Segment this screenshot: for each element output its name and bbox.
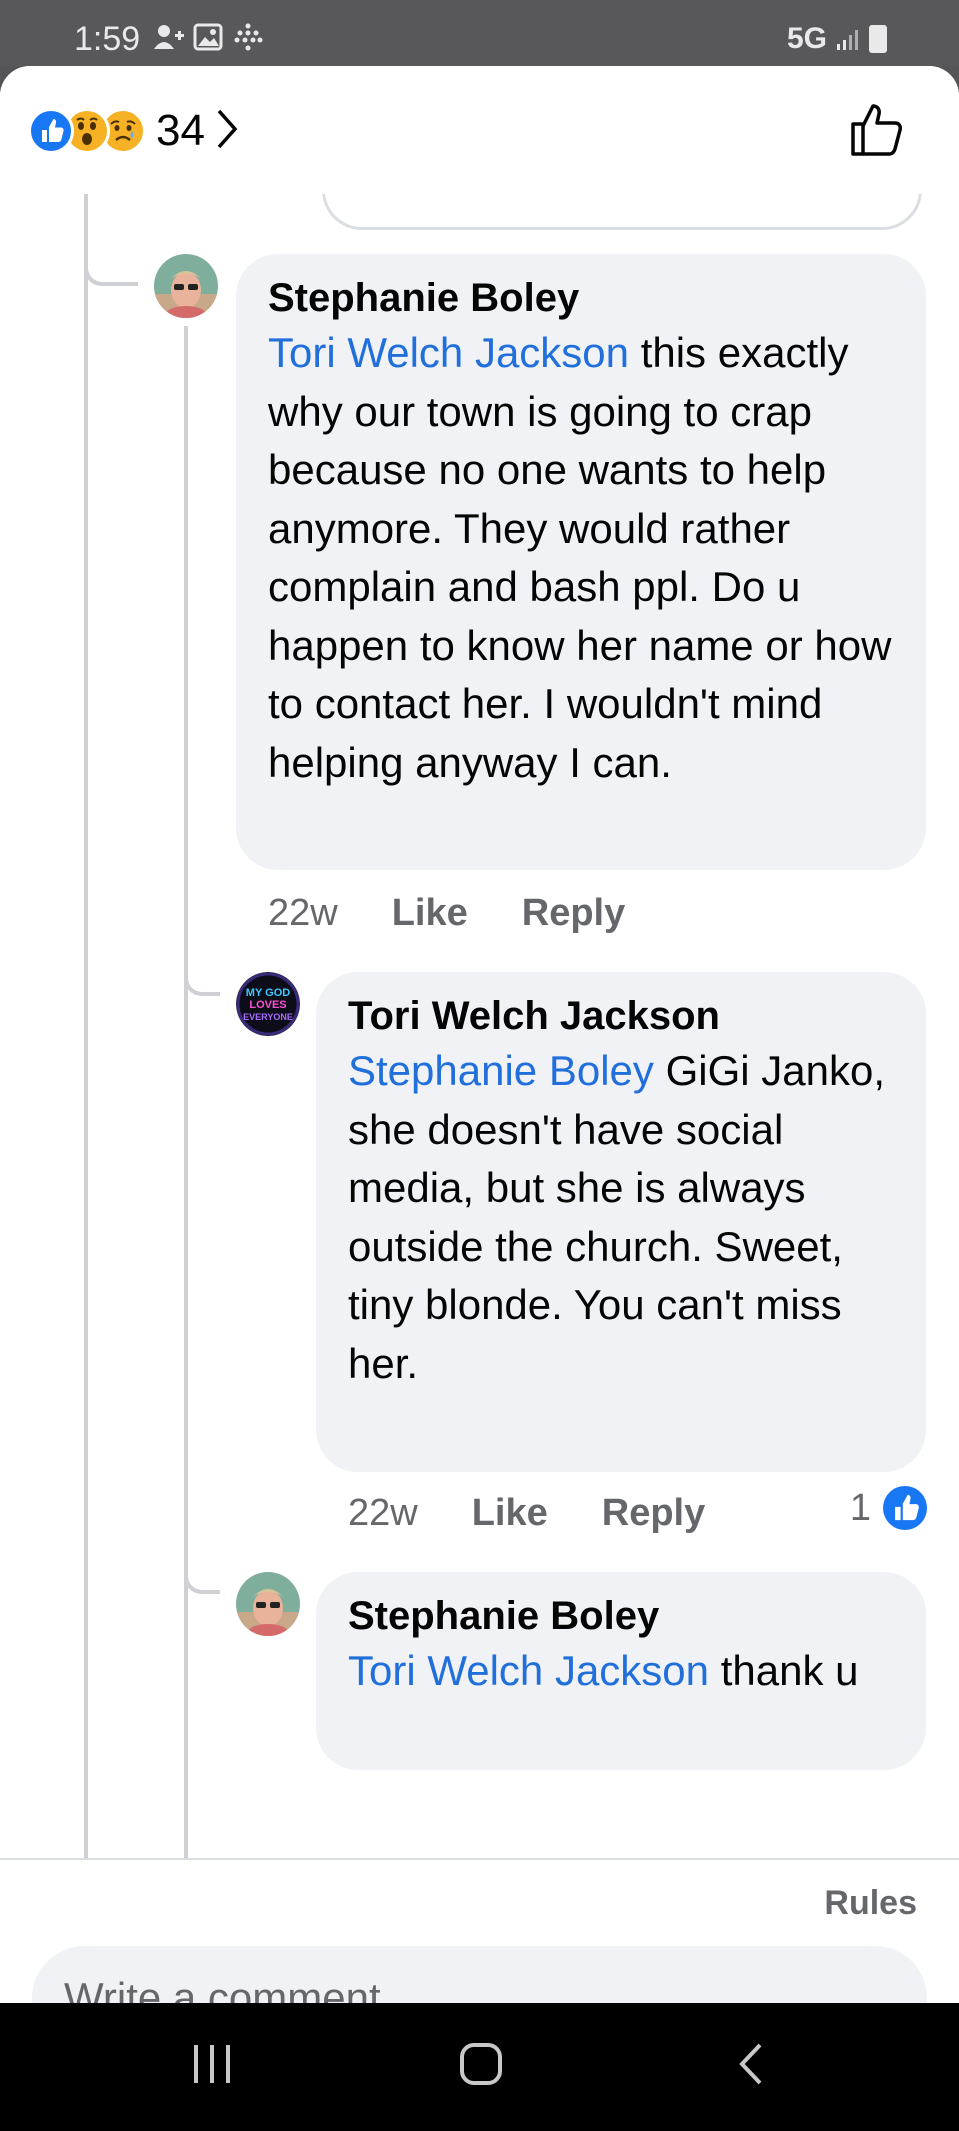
comment-text: Tori Welch Jackson this exactly why our … [268,324,894,792]
comment-body: GiGi Janko, she doesn't have social medi… [348,1047,885,1387]
avatar-text: MY GOD [246,987,290,999]
sheet-header: 34 [0,66,959,194]
like-reaction-icon [883,1486,927,1530]
comment-text: Stephanie Boley GiGi Janko, she doesn't … [348,1042,894,1393]
comment-body: this exactly why our town is going to cr… [268,329,892,786]
like-button[interactable]: Like [472,1492,548,1535]
avatar-text: EVERYONE [243,1012,293,1022]
thread-line [184,326,188,1858]
recent-apps-icon[interactable] [190,2039,234,2094]
reply-button[interactable]: Reply [522,892,625,935]
comment-actions: 22w Like Reply [348,1492,759,1535]
thumbs-up-icon [851,104,902,156]
reply-button[interactable]: Reply [602,1492,705,1535]
network-type: 5G [786,22,827,55]
thread-line [84,194,88,1858]
comment-author[interactable]: Stephanie Boley [268,272,894,324]
comment-like-count[interactable]: 1 [850,1486,927,1530]
comment-bubble[interactable]: Stephanie Boley Tori Welch Jackson this … [236,254,926,870]
comment-author[interactable]: Stephanie Boley [348,1590,894,1642]
status-notification-icons [153,22,265,52]
previous-comment-bubble [322,194,922,230]
status-bar: 1:59 5G [0,0,959,66]
avatar[interactable] [236,1572,300,1636]
thread-connector [184,934,220,996]
home-icon[interactable] [458,2039,504,2094]
comments-sheet: 34 Stephanie Boley Tori Welch Jackson th… [0,66,959,2003]
comment-body: thank u [709,1647,859,1694]
gallery-icon [193,22,225,52]
comment-time[interactable]: 22w [348,1492,418,1535]
thread-connector [84,194,138,286]
reactions-summary[interactable]: 34 [28,106,239,156]
comment-author[interactable]: Tori Welch Jackson [348,990,894,1042]
avatar[interactable]: MY GOD LOVES EVERYONE [236,972,300,1036]
avatar[interactable] [154,254,218,318]
like-reaction-icon [28,108,74,154]
comment-time[interactable]: 22w [268,892,338,935]
back-icon[interactable] [736,2039,766,2094]
comment-input[interactable] [32,1946,927,2003]
mention-link[interactable]: Tori Welch Jackson [348,1647,709,1694]
reaction-count: 34 [156,106,205,155]
battery-icon [869,25,887,53]
navigation-bar [0,2003,959,2131]
like-post-button[interactable] [849,100,905,163]
comment-bubble[interactable]: Stephanie Boley Tori Welch Jackson thank… [316,1572,926,1770]
signal-icon [835,26,861,52]
avatar-text: LOVES [249,999,286,1011]
like-count-value: 1 [849,1486,871,1529]
dialpad-icon [233,22,265,52]
contacts-icon [153,22,185,52]
mention-link[interactable]: Tori Welch Jackson [268,329,629,376]
mention-link[interactable]: Stephanie Boley [348,1047,654,1094]
comment-thread[interactable]: Stephanie Boley Tori Welch Jackson this … [0,194,959,1858]
status-time: 1:59 [74,20,141,58]
like-button[interactable]: Like [392,892,468,935]
status-right: 5G [787,22,887,56]
comment-actions: 22w Like Reply [268,892,679,935]
comment-text: Tori Welch Jackson thank u [348,1642,894,1701]
rules-link[interactable]: Rules [824,1884,917,1923]
chevron-right-icon [215,107,239,156]
comment-composer: Rules [0,1858,959,2003]
thread-connector [184,1534,220,1594]
comment-bubble[interactable]: Tori Welch Jackson Stephanie Boley GiGi … [316,972,926,1472]
